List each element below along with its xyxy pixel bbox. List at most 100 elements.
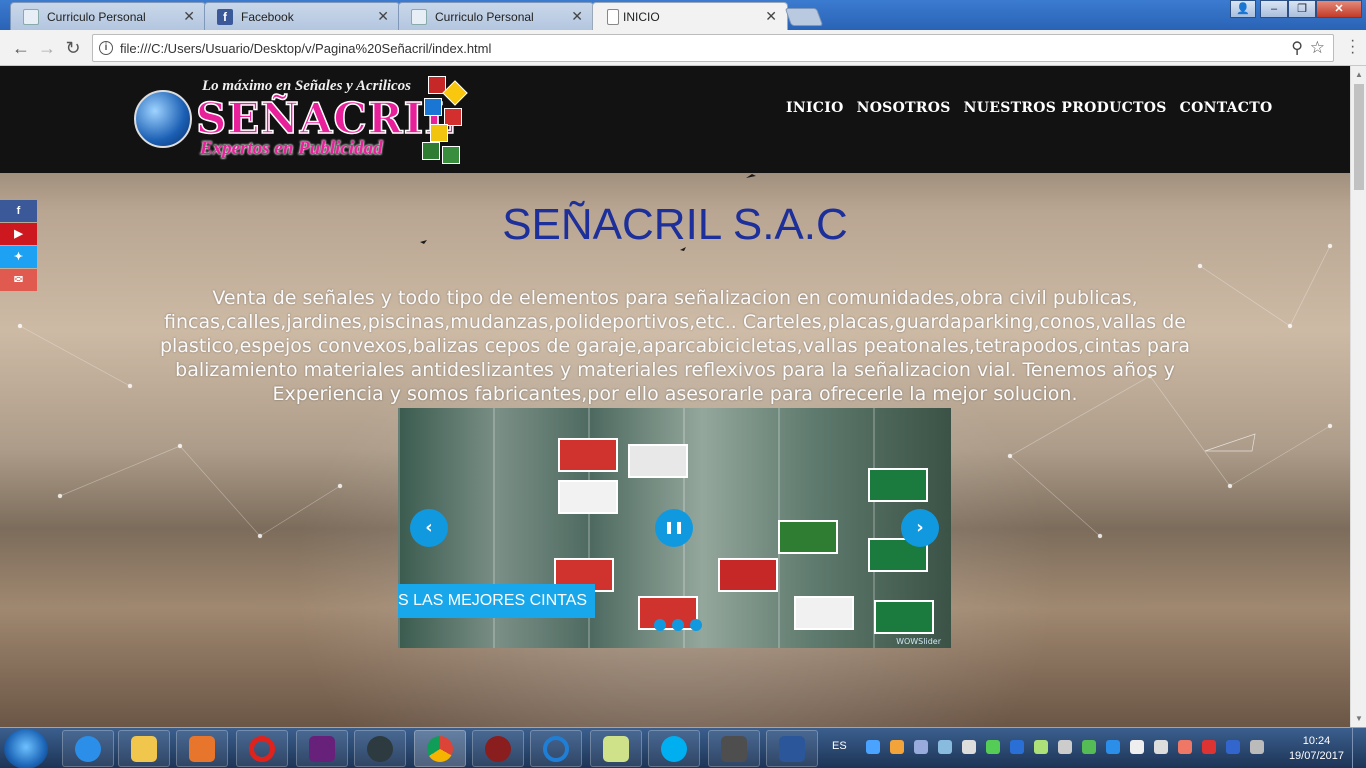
menu-icon[interactable]: · · ·	[1350, 33, 1356, 61]
slide-sign-image	[868, 468, 928, 502]
close-icon[interactable]: ✕	[183, 8, 195, 25]
word-icon[interactable]	[766, 730, 818, 767]
sign-collage-icon	[420, 74, 468, 168]
tray-app-icon[interactable]	[914, 740, 928, 754]
show-desktop-button[interactable]	[1352, 728, 1366, 768]
slider-dots	[654, 619, 702, 631]
skype-icon[interactable]	[648, 730, 700, 767]
slide-sign-image	[718, 558, 778, 592]
page-icon	[23, 9, 39, 25]
slide-caption: S LAS MEJORES CINTAS	[398, 584, 596, 618]
slide-sign-image	[794, 596, 854, 630]
game-icon[interactable]	[472, 730, 524, 767]
opera-icon[interactable]	[236, 730, 288, 767]
page-viewport: Lo máximo en Señales y Acrilicos SEÑACRI…	[0, 66, 1350, 727]
tray-app-icon[interactable]	[986, 740, 1000, 754]
tab-facebook[interactable]: f Facebook ✕	[204, 2, 400, 30]
slider-prev-button[interactable]: ‹	[410, 509, 448, 547]
forward-button[interactable]: →	[36, 37, 58, 59]
clock-time: 10:24	[1302, 735, 1331, 747]
new-tab-button[interactable]	[784, 8, 824, 26]
media-player-icon[interactable]	[176, 730, 228, 767]
close-icon[interactable]: ✕	[377, 8, 389, 25]
scrollbar-thumb[interactable]	[1354, 84, 1364, 190]
ccleaner-icon[interactable]	[530, 730, 582, 767]
browser-tab-strip: Curriculo Personal ✕ f Facebook ✕ Curric…	[0, 0, 1366, 30]
image-slider[interactable]: ‹ ❚❚ › S LAS MEJORES CINTAS WOWSlider	[398, 408, 951, 648]
tab-title: Facebook	[241, 10, 294, 24]
page-scrollbar[interactable]: ▲ ▼	[1350, 66, 1366, 727]
tray-app-icon[interactable]	[1058, 740, 1072, 754]
close-window-button[interactable]: ✕	[1316, 0, 1362, 18]
dropbox-icon[interactable]	[1010, 740, 1024, 754]
tray-app-icon[interactable]	[1106, 740, 1120, 754]
logo-subtitle: Expertos en Publicidad	[200, 138, 383, 159]
slider-next-button[interactable]: ›	[901, 509, 939, 547]
site-header: Lo máximo en Señales y Acrilicos SEÑACRI…	[0, 66, 1350, 173]
network-icon[interactable]	[1250, 740, 1264, 754]
slider-pause-button[interactable]: ❚❚	[655, 509, 693, 547]
bookmark-star-icon[interactable]: ☆	[1310, 38, 1325, 58]
user-icon[interactable]: 👤	[1230, 0, 1256, 18]
system-tray: ES 10:24 19/07/2017	[826, 728, 1366, 768]
zoom-icon[interactable]: ⚲	[1291, 38, 1303, 58]
info-icon[interactable]: i	[99, 41, 113, 55]
sublime-icon[interactable]	[708, 730, 760, 767]
slider-dot[interactable]	[672, 619, 684, 631]
scroll-down-icon[interactable]: ▼	[1355, 714, 1363, 723]
tray-app-icon[interactable]	[890, 740, 904, 754]
senacril-logo[interactable]: Lo máximo en Señales y Acrilicos SEÑACRI…	[134, 72, 470, 168]
chrome-icon[interactable]	[414, 730, 466, 767]
tray-app-icon[interactable]	[1034, 740, 1048, 754]
tray-app-icon[interactable]	[1130, 740, 1144, 754]
tray-app-icon[interactable]	[1226, 740, 1240, 754]
visual-studio-icon[interactable]	[296, 730, 348, 767]
address-bar[interactable]: i file:///C:/Users/Usuario/Desktop/v/Pag…	[92, 34, 1334, 62]
scroll-up-icon[interactable]: ▲	[1355, 70, 1363, 79]
tray-app-icon[interactable]	[1202, 740, 1216, 754]
window-controls: 👤 – ❐ ✕	[1230, 0, 1362, 20]
start-button[interactable]	[4, 729, 48, 768]
tray-app-icon[interactable]	[938, 740, 952, 754]
page-title: SEÑACRIL S.A.C	[502, 200, 848, 249]
tab-title: Curriculo Personal	[47, 10, 146, 24]
slide-sign-image	[874, 600, 934, 634]
nav-nuestros-productos[interactable]: NUESTROS PRODUCTOS	[964, 100, 1167, 116]
maximize-button[interactable]: ❐	[1288, 0, 1316, 18]
volume-icon[interactable]	[962, 740, 976, 754]
file-explorer-icon[interactable]	[118, 730, 170, 767]
internet-explorer-icon[interactable]	[62, 730, 114, 767]
slider-watermark: WOWSlider	[896, 637, 941, 646]
slide-sign-image	[558, 480, 618, 514]
slider-dot[interactable]	[654, 619, 666, 631]
nox-icon[interactable]	[354, 730, 406, 767]
folder-icon[interactable]	[590, 730, 642, 767]
tray-app-icon[interactable]	[1178, 740, 1192, 754]
tab-title: INICIO	[623, 10, 660, 24]
nav-contacto[interactable]: CONTACTO	[1180, 100, 1273, 116]
nav-inicio[interactable]: INICIO	[786, 100, 844, 116]
facebook-icon: f	[217, 9, 233, 25]
tab-curriculo-1[interactable]: Curriculo Personal ✕	[10, 2, 206, 30]
close-icon[interactable]: ✕	[765, 8, 777, 25]
url-text[interactable]: file:///C:/Users/Usuario/Desktop/v/Pagin…	[120, 41, 491, 56]
logo-brand: SEÑACRIL	[195, 93, 455, 144]
tray-app-icon[interactable]	[866, 740, 880, 754]
slider-dot[interactable]	[690, 619, 702, 631]
clock-date: 19/07/2017	[1288, 750, 1344, 762]
close-icon[interactable]: ✕	[571, 8, 583, 25]
tray-app-icon[interactable]	[1082, 740, 1096, 754]
back-button[interactable]: ←	[10, 37, 32, 59]
battery-icon[interactable]	[1154, 740, 1168, 754]
nav-nosotros[interactable]: NOSOTROS	[857, 100, 951, 116]
email-icon[interactable]: ✉	[0, 269, 37, 291]
clock[interactable]: 10:24 19/07/2017	[1289, 734, 1344, 764]
tab-curriculo-2[interactable]: Curriculo Personal ✕	[398, 2, 594, 30]
tab-inicio[interactable]: INICIO ✕	[592, 2, 788, 30]
slide-sign-image	[558, 438, 618, 472]
language-indicator[interactable]: ES	[832, 740, 847, 752]
reload-button[interactable]: ↻	[62, 37, 84, 59]
minimize-button[interactable]: –	[1260, 0, 1288, 18]
slide-sign-image	[778, 520, 838, 554]
slide-sign-image	[628, 444, 688, 478]
